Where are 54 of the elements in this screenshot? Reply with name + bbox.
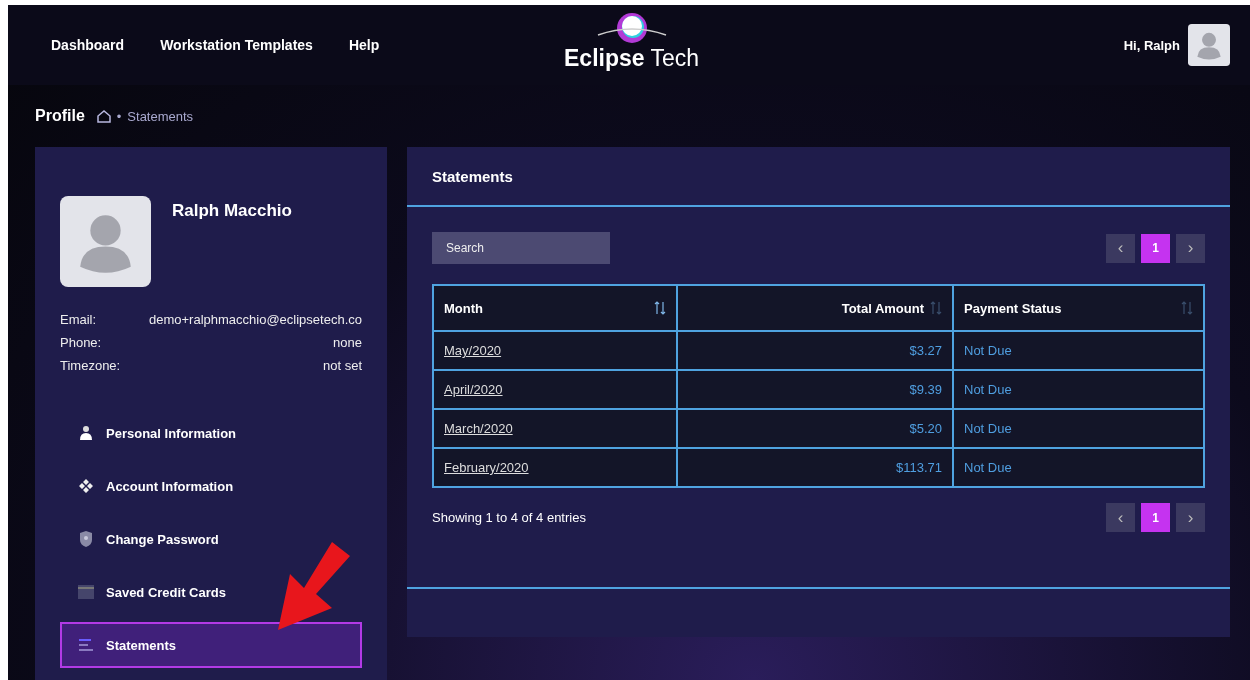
month-link[interactable]: March/2020	[444, 421, 513, 436]
card-icon	[78, 585, 94, 599]
sort-icon[interactable]	[654, 301, 666, 315]
person-icon	[78, 425, 94, 441]
shield-icon	[79, 531, 93, 547]
breadcrumb-link[interactable]: Statements	[127, 108, 194, 124]
table-cell: Not Due	[953, 370, 1204, 409]
page-title: Profile	[35, 107, 85, 125]
field-label: Timezone:	[60, 358, 121, 373]
sidebar-item[interactable]: Saved Credit Cards	[60, 569, 362, 615]
page-button[interactable]: 1	[1141, 503, 1170, 532]
table-cell: $3.27	[677, 331, 953, 370]
column-header[interactable]: Payment Status	[953, 285, 1204, 331]
nav-link[interactable]: Help	[348, 37, 380, 53]
panel-title: Statements	[407, 147, 1230, 207]
table-cell: Not Due	[953, 409, 1204, 448]
logo-icon	[595, 11, 668, 45]
table-cell: $5.20	[677, 409, 953, 448]
table-cell: Not Due	[953, 448, 1204, 487]
table-cell: Not Due	[953, 331, 1204, 370]
sidebar-item[interactable]: Statements	[60, 622, 362, 668]
search-field[interactable]: Search	[432, 232, 610, 264]
table-cell: $9.39	[677, 370, 953, 409]
nav-link[interactable]: Dashboard	[51, 37, 125, 53]
field-label: Phone:	[60, 335, 102, 350]
field-value: none	[333, 335, 362, 350]
month-link[interactable]: April/2020	[444, 382, 503, 397]
nav-link[interactable]: Workstation Templates	[160, 37, 313, 53]
lines-icon	[79, 639, 93, 651]
next-page-button[interactable]: ›	[1176, 233, 1205, 263]
month-link[interactable]: February/2020	[444, 460, 529, 475]
field-value: not set	[322, 358, 362, 373]
sidebar-item[interactable]: Account Information	[60, 463, 362, 509]
avatar-icon	[1188, 24, 1230, 66]
field-label: Email:	[60, 312, 97, 327]
sidebar-item[interactable]: Change Password	[60, 516, 362, 562]
table-cell: $113.71	[677, 448, 953, 487]
avatar-icon	[60, 196, 151, 287]
column-header[interactable]: Month	[433, 285, 677, 331]
home-icon[interactable]	[96, 109, 111, 123]
field-value: demo+ralphmacchio@eclipsetech.co	[149, 312, 362, 327]
previous-page-button[interactable]: ‹	[1106, 233, 1135, 263]
column-header[interactable]: Total Amount	[677, 285, 953, 331]
profile-name: Ralph Macchio	[172, 201, 292, 222]
month-link[interactable]: May/2020	[444, 343, 502, 358]
page-button[interactable]: 1	[1141, 233, 1170, 263]
sidebar-item[interactable]: Personal Information	[60, 410, 362, 456]
diamonds-icon	[78, 478, 94, 494]
greeting: Hi, Ralph	[1123, 37, 1180, 53]
previous-page-button[interactable]: ‹	[1106, 503, 1135, 532]
entries-info: Showing 1 to 4 of 4 entries	[432, 510, 586, 525]
logo: Eclipse Tech	[564, 11, 700, 72]
breadcrumb-separator: •	[116, 108, 122, 124]
next-page-button[interactable]: ›	[1176, 503, 1205, 532]
